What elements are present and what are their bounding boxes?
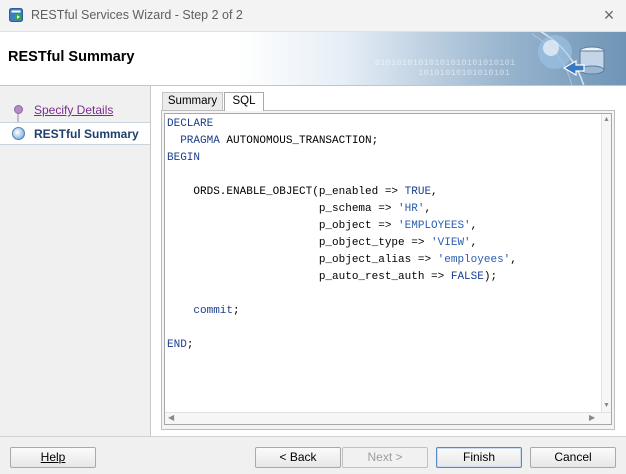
- sql-keyword: TRUE: [404, 186, 432, 198]
- sql-text: p_object_type =>: [167, 237, 432, 249]
- sql-text: ,: [431, 186, 438, 198]
- sql-text: ;: [233, 305, 240, 317]
- sql-text: ,: [424, 203, 432, 215]
- back-button[interactable]: < Back: [255, 447, 341, 468]
- window-title: RESTful Services Wizard - Step 2 of 2: [31, 8, 243, 22]
- next-button[interactable]: Next >: [342, 447, 428, 468]
- database-transfer-graphic: [531, 32, 605, 85]
- sql-keyword: commit: [193, 305, 234, 317]
- step-link-specify-details[interactable]: Specify Details: [34, 103, 113, 117]
- back-button-label: < Back: [279, 450, 317, 464]
- step-visited-icon: [14, 105, 23, 114]
- scroll-right-icon[interactable]: ▶: [589, 413, 595, 423]
- scroll-up-icon[interactable]: ▲: [603, 116, 610, 124]
- sql-text: AUTONOMOUS_TRANSACTION;: [219, 135, 379, 147]
- sql-string: 'employees': [437, 254, 511, 266]
- cancel-button-label: Cancel: [554, 450, 592, 464]
- sql-string: 'HR': [398, 203, 425, 215]
- sql-keyword: BEGIN: [167, 152, 201, 164]
- binary-decoration: 01010101010101010101010101 1010101010101…: [375, 58, 516, 78]
- close-icon[interactable]: ×: [600, 6, 618, 24]
- vertical-scrollbar[interactable]: [601, 114, 611, 412]
- sql-code: DECLARE PRAGMA AUTONOMOUS_TRANSACTION; B…: [167, 116, 517, 354]
- scroll-left-icon[interactable]: ◀: [168, 413, 174, 423]
- sql-keyword: FALSE: [450, 271, 484, 283]
- scroll-down-icon[interactable]: ▼: [603, 402, 610, 410]
- help-button[interactable]: Help: [10, 447, 96, 468]
- sql-text: ;: [186, 339, 194, 351]
- tab-summary[interactable]: Summary: [162, 92, 223, 110]
- sql-string: 'VIEW': [431, 237, 471, 249]
- finish-button-label: Finish: [462, 450, 495, 464]
- sql-text: ,: [470, 237, 478, 249]
- wizard-app-icon: [9, 8, 23, 22]
- sql-text: ,: [510, 254, 517, 266]
- sql-text: p_schema =>: [167, 203, 399, 215]
- sql-editor[interactable]: DECLARE PRAGMA AUTONOMOUS_TRANSACTION; B…: [164, 113, 612, 425]
- sql-keyword: DECLARE: [167, 118, 214, 130]
- wizard-header: RESTful Summary 010101010101010101010101…: [0, 32, 626, 86]
- cancel-button[interactable]: Cancel: [530, 447, 616, 468]
- tab-sql[interactable]: SQL: [224, 92, 264, 111]
- sql-string: 'EMPLOYEES': [398, 220, 471, 232]
- step-current-label: RESTful Summary: [34, 127, 139, 141]
- page-title: RESTful Summary: [8, 49, 135, 65]
- step-current-icon: [12, 127, 25, 140]
- sql-keyword: PRAGMA: [180, 135, 220, 147]
- horizontal-scrollbar[interactable]: [165, 412, 611, 424]
- sql-keyword: END: [167, 339, 187, 351]
- sql-text: ORDS.ENABLE_OBJECT(p_enabled =>: [167, 186, 405, 198]
- finish-button[interactable]: Finish: [436, 447, 522, 468]
- sql-text: );: [483, 271, 498, 283]
- sql-text: ,: [470, 220, 478, 232]
- help-button-label: Help: [40, 450, 66, 464]
- sql-text: p_object =>: [167, 220, 399, 232]
- sql-text: p_object_alias =>: [167, 254, 438, 266]
- sql-text: p_auto_rest_auth =>: [167, 271, 451, 283]
- next-button-label: Next >: [367, 450, 403, 464]
